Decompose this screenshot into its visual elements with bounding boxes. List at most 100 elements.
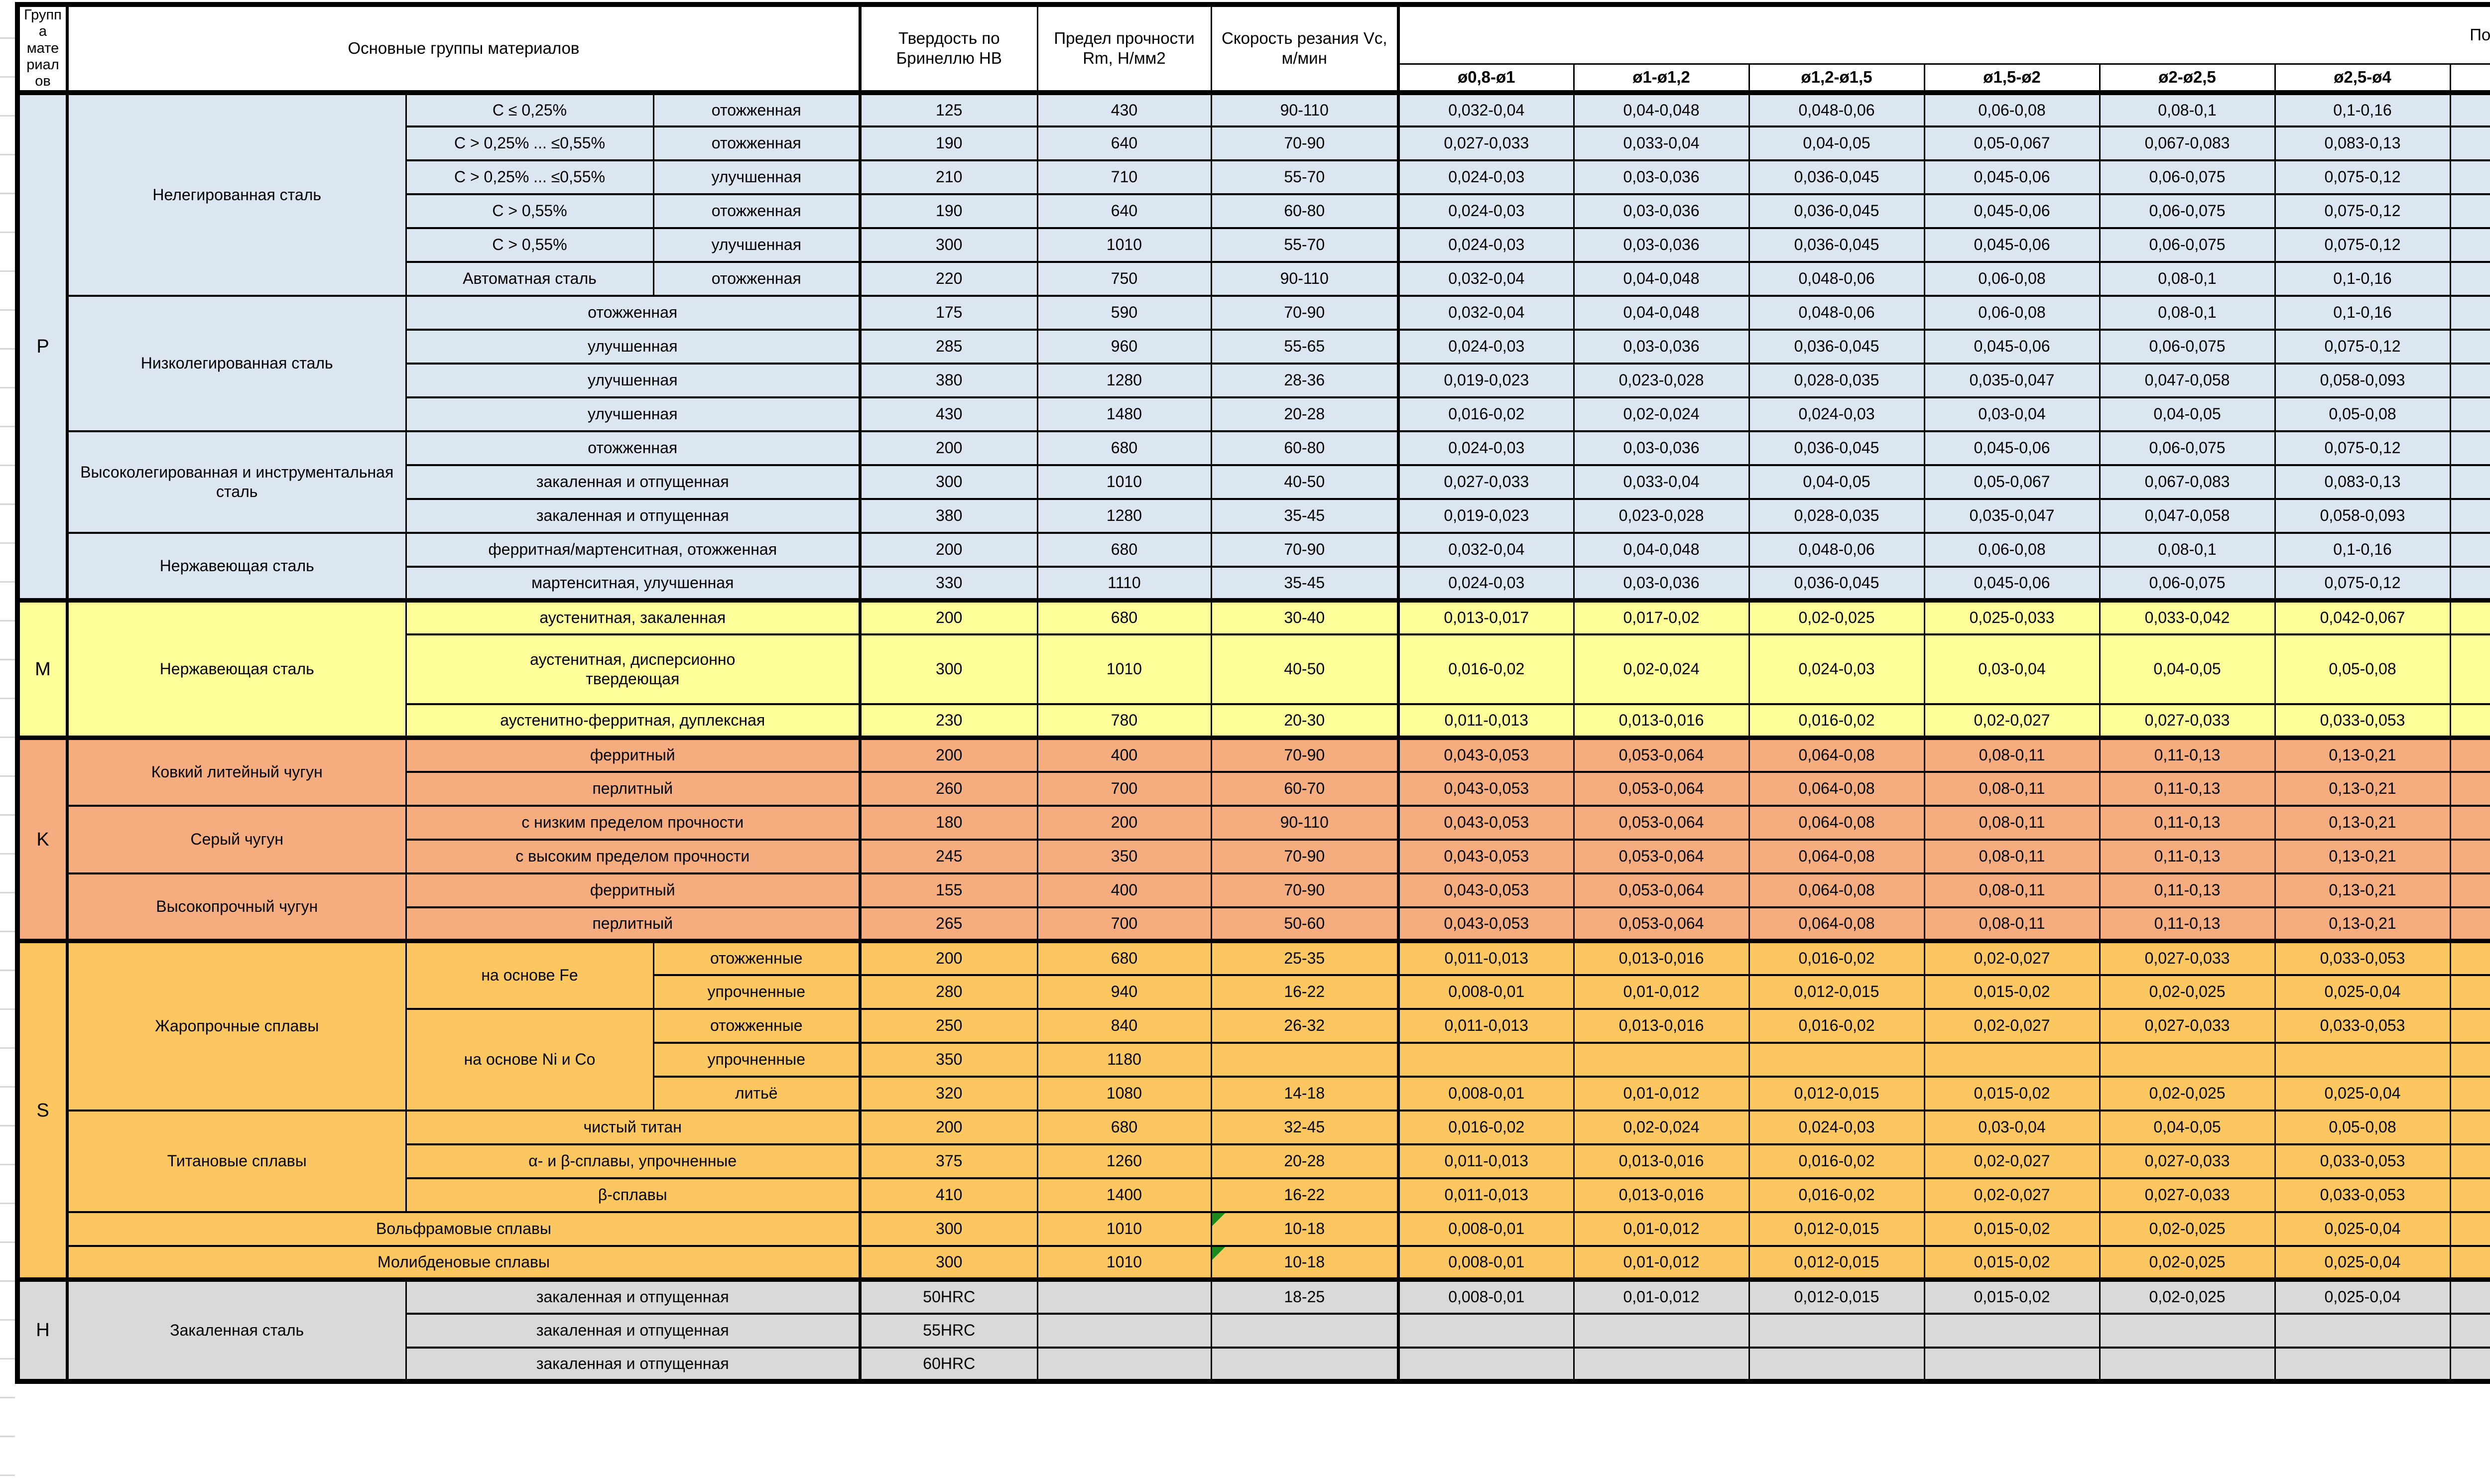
feed-cell[interactable]: 0,028-0,035	[1749, 364, 1924, 397]
hardness-cell[interactable]: 55HRC	[860, 1314, 1037, 1348]
feed-cell[interactable]: 0,053-0,067	[2450, 1144, 2490, 1178]
strength-cell[interactable]: 590	[1037, 296, 1211, 330]
feed-cell[interactable]: 0,05-0,08	[2275, 397, 2450, 431]
feed-cell[interactable]: 0,053-0,064	[1574, 806, 1749, 840]
feed-cell[interactable]: 0,04-0,048	[1574, 533, 1749, 567]
hardness-cell[interactable]: 200	[860, 533, 1037, 567]
hardness-cell[interactable]: 200	[860, 738, 1037, 772]
feed-cell[interactable]: 0,024-0,03	[1749, 397, 1924, 431]
strength-cell[interactable]: 710	[1037, 160, 1211, 194]
feed-cell[interactable]: 0,016-0,02	[1749, 1178, 1924, 1212]
feed-cell[interactable]: 0,05-0,08	[2275, 1111, 2450, 1144]
feed-cell[interactable]: 0,01-0,012	[1574, 1280, 1749, 1314]
feed-cell[interactable]: 0,075-0,12	[2275, 160, 2450, 194]
feed-cell[interactable]: 0,08-0,1	[2450, 634, 2490, 704]
feed-cell[interactable]: 0,011-0,013	[1398, 941, 1574, 975]
feed-cell[interactable]: 0,12-0,15	[2450, 567, 2490, 601]
strength-cell[interactable]: 640	[1037, 126, 1211, 160]
hardness-cell[interactable]: 60HRC	[860, 1348, 1037, 1381]
feed-cell[interactable]: 0,06-0,075	[2100, 330, 2275, 364]
feed-cell[interactable]: 0,08-0,11	[1924, 806, 2100, 840]
feed-cell[interactable]: 0,064-0,08	[1749, 907, 1924, 941]
feed-cell[interactable]: 0,13-0,21	[2275, 840, 2450, 873]
feed-cell[interactable]	[1398, 1348, 1574, 1381]
strength-cell[interactable]: 940	[1037, 975, 1211, 1009]
hardness-cell[interactable]: 300	[860, 465, 1037, 499]
group-letter-cell[interactable]: H	[17, 1280, 67, 1381]
feed-cell[interactable]: 0,075-0,12	[2275, 228, 2450, 262]
feed-cell[interactable]: 0,027-0,033	[2100, 1144, 2275, 1178]
feed-cell[interactable]	[2100, 1348, 2275, 1381]
strength-cell[interactable]: 1010	[1037, 1246, 1211, 1280]
material-spec-cell[interactable]: закаленная и отпущенная	[406, 465, 860, 499]
feed-cell[interactable]: 0,06-0,075	[2100, 431, 2275, 465]
feed-cell[interactable]: 0,11-0,13	[2100, 806, 2275, 840]
material-group-cell[interactable]: Нержавеющая сталь	[67, 601, 406, 738]
header-diameter-range[interactable]: ø2-ø2,5	[2100, 64, 2275, 92]
hardness-cell[interactable]: 380	[860, 364, 1037, 397]
feed-cell[interactable]: 0,047-0,058	[2100, 364, 2275, 397]
feed-cell[interactable]: 0,01-0,012	[1574, 975, 1749, 1009]
speed-cell[interactable]: 32-45	[1211, 1111, 1398, 1144]
hardness-cell[interactable]: 190	[860, 126, 1037, 160]
strength-cell[interactable]: 680	[1037, 533, 1211, 567]
hardness-cell[interactable]: 300	[860, 228, 1037, 262]
feed-cell[interactable]: 0,03-0,04	[1924, 397, 2100, 431]
feed-cell[interactable]: 0,02-0,025	[1749, 601, 1924, 634]
feed-cell[interactable]: 0,03-0,036	[1574, 431, 1749, 465]
speed-cell[interactable]: 90-110	[1211, 93, 1398, 126]
hardness-cell[interactable]: 245	[860, 840, 1037, 873]
speed-cell[interactable]	[1211, 1348, 1398, 1381]
speed-cell[interactable]: 35-45	[1211, 567, 1398, 601]
material-spec-cell[interactable]: улучшенная	[406, 364, 860, 397]
material-group-cell[interactable]: Высоколегированная и инструментальная ст…	[67, 431, 406, 533]
hardness-cell[interactable]: 200	[860, 431, 1037, 465]
feed-cell[interactable]: 0,02-0,027	[1924, 704, 2100, 738]
feed-cell[interactable]: 0,03-0,04	[1924, 1111, 2100, 1144]
feed-cell[interactable]: 0,015-0,02	[1924, 975, 2100, 1009]
feed-cell[interactable]: 0,048-0,06	[1749, 262, 1924, 296]
material-spec-cell[interactable]: на основе Ni и Co	[406, 1009, 653, 1111]
feed-cell[interactable]: 0,04-0,05	[1749, 465, 1924, 499]
strength-cell[interactable]: 700	[1037, 772, 1211, 806]
feed-cell[interactable]: 0,027-0,033	[1398, 126, 1574, 160]
feed-cell[interactable]: 0,028-0,035	[1749, 499, 1924, 533]
feed-cell[interactable]: 0,08-0,11	[1924, 738, 2100, 772]
feed-cell[interactable]: 0,04-0,05	[2450, 1212, 2490, 1246]
feed-cell[interactable]: 0,064-0,08	[1749, 840, 1924, 873]
strength-cell[interactable]: 640	[1037, 194, 1211, 228]
header-main-material-groups[interactable]: Основные группы материалов	[67, 4, 860, 93]
strength-cell[interactable]: 780	[1037, 704, 1211, 738]
header-feed[interactable]: Подача Fn, мм/об	[1398, 4, 2490, 64]
group-letter-cell[interactable]: M	[17, 601, 67, 738]
material-group-cell[interactable]: Жаропрочные сплавы	[67, 941, 406, 1111]
strength-cell[interactable]: 750	[1037, 262, 1211, 296]
feed-cell[interactable]	[2100, 1314, 2275, 1348]
material-spec-cell[interactable]: ферритный	[406, 738, 860, 772]
feed-cell[interactable]: 0,13-0,17	[2450, 465, 2490, 499]
feed-cell[interactable]: 0,02-0,024	[1574, 634, 1749, 704]
hardness-cell[interactable]: 430	[860, 397, 1037, 431]
speed-cell[interactable]: 30-40	[1211, 601, 1398, 634]
material-state-cell[interactable]: упрочненные	[653, 1043, 860, 1077]
feed-cell[interactable]	[2275, 1043, 2450, 1077]
feed-cell[interactable]: 0,058-0,093	[2275, 499, 2450, 533]
speed-cell[interactable]: 40-50	[1211, 465, 1398, 499]
feed-cell[interactable]: 0,1-0,16	[2275, 262, 2450, 296]
material-spec-cell[interactable]: улучшенная	[406, 330, 860, 364]
speed-cell[interactable]	[1211, 1314, 1398, 1348]
material-group-cell[interactable]: Высокопрочный чугун	[67, 873, 406, 941]
feed-cell[interactable]: 0,053-0,064	[1574, 772, 1749, 806]
hardness-cell[interactable]: 375	[860, 1144, 1037, 1178]
speed-cell[interactable]: 20-28	[1211, 1144, 1398, 1178]
feed-cell[interactable]	[1749, 1348, 1924, 1381]
material-state-cell[interactable]: литьё	[653, 1077, 860, 1111]
speed-cell[interactable]: 28-36	[1211, 364, 1398, 397]
feed-cell[interactable]: 0,033-0,042	[2100, 601, 2275, 634]
hardness-cell[interactable]: 265	[860, 907, 1037, 941]
feed-cell[interactable]: 0,075-0,12	[2275, 567, 2450, 601]
material-spec-cell[interactable]: аустенитная, дисперсионно твердеющая	[406, 634, 860, 704]
material-group-cell[interactable]: Низколегированная сталь	[67, 296, 406, 431]
material-spec-cell[interactable]: на основе Fe	[406, 941, 653, 1009]
feed-cell[interactable]: 0,015-0,02	[1924, 1212, 2100, 1246]
